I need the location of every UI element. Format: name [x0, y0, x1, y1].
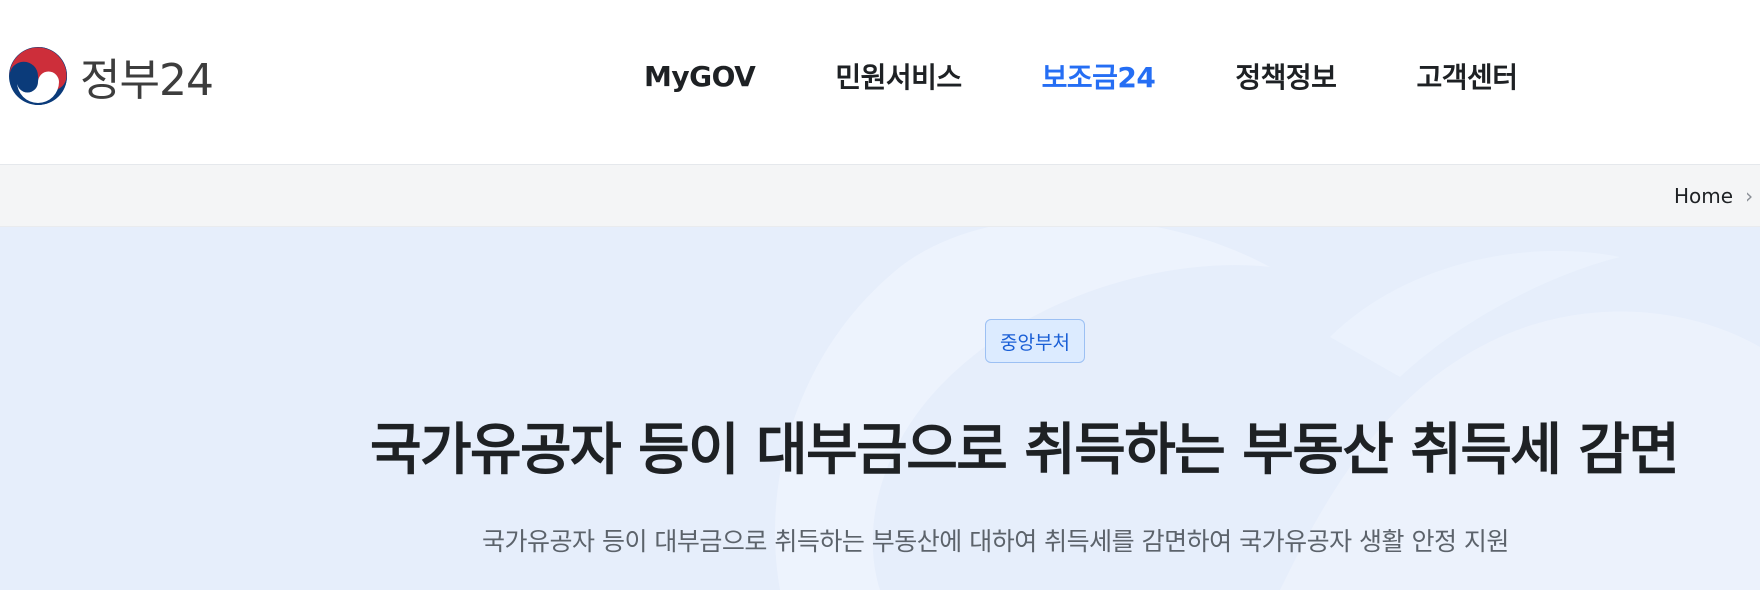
taegeuk-emblem-icon: [9, 47, 67, 105]
logo-text: 정부24: [80, 55, 214, 106]
breadcrumb-home-link[interactable]: Home: [1674, 184, 1733, 208]
breadcrumb-bar: Home › 보: [0, 165, 1760, 227]
page-title: 국가유공자 등이 대부금으로 취득하는 부동산 취득세 감면: [370, 418, 1680, 483]
nav-item-civil-service[interactable]: 민원서비스: [835, 56, 962, 96]
page: 정부24 MyGOV 민원서비스 보조금24 정책정보 고객센터 Home › …: [0, 0, 1760, 590]
hero-section: 중앙부처 국가유공자 등이 대부금으로 취득하는 부동산 취득세 감면 국가유공…: [0, 227, 1760, 590]
nav-item-customer-center[interactable]: 고객센터: [1416, 56, 1518, 96]
chevron-right-icon: ›: [1745, 183, 1754, 208]
breadcrumb: Home › 보: [1674, 165, 1760, 226]
nav-item-subsidy24[interactable]: 보조금24: [1042, 56, 1156, 96]
category-badge: 중앙부처: [985, 319, 1085, 363]
main-navigation: MyGOV 민원서비스 보조금24 정책정보 고객센터: [644, 52, 1518, 100]
nav-item-policy-info[interactable]: 정책정보: [1235, 56, 1337, 96]
page-description: 국가유공자 등이 대부금으로 취득하는 부동산에 대하여 취득세를 감면하여 국…: [482, 527, 1509, 556]
nav-item-mygov[interactable]: MyGOV: [644, 60, 756, 93]
site-header: 정부24 MyGOV 민원서비스 보조금24 정책정보 고객센터: [0, 0, 1760, 165]
logo-home-link[interactable]: 정부24: [8, 46, 214, 106]
